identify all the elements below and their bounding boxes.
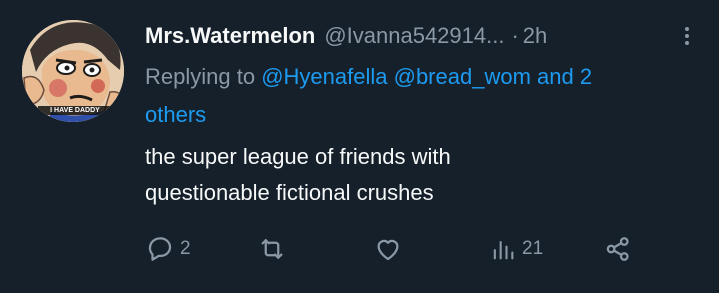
retweet-button[interactable] [257, 232, 292, 266]
mention-link[interactable]: @Hyenafella [261, 64, 387, 89]
others-link-continued[interactable]: others [145, 102, 206, 127]
tweet-timestamp[interactable]: 2h [523, 23, 547, 49]
tweet-header: Mrs.Watermelon @Ivanna542914... · 2h [145, 20, 699, 52]
like-button[interactable] [373, 232, 408, 266]
share-button[interactable] [603, 232, 633, 266]
more-vertical-icon[interactable] [675, 24, 699, 48]
avatar[interactable]: I HAVE DADDY [22, 20, 124, 122]
tweet-text-line: the super league of friends with [145, 144, 451, 169]
replying-to: Replying to @Hyenafella @bread_wom and 2… [145, 58, 665, 134]
author-display-name[interactable]: Mrs.Watermelon [145, 23, 315, 49]
replying-to-prefix: Replying to [145, 64, 262, 89]
author-handle[interactable]: @Ivanna542914... [324, 23, 504, 49]
avatar-caption: I HAVE DADDY [50, 107, 100, 114]
reply-button[interactable]: 2 [145, 232, 191, 266]
reply-count: 2 [180, 238, 191, 259]
heart-icon [373, 234, 403, 264]
mention-link[interactable]: @bread_wom [394, 64, 531, 89]
views-button[interactable]: 21 [489, 232, 543, 266]
others-link[interactable]: and 2 [531, 64, 592, 89]
tweet-text-line: questionable fictional crushes [145, 180, 434, 205]
tweet[interactable]: I HAVE DADDY Mrs.Watermelon @Ivanna54291… [0, 0, 719, 293]
action-bar: 2 21 [145, 232, 645, 266]
share-nodes-icon [603, 234, 633, 264]
views-count: 21 [522, 238, 544, 259]
reply-bubble-icon [145, 234, 175, 264]
tweet-text: the super league of friends with questio… [145, 139, 665, 211]
separator-dot: · [511, 23, 519, 48]
retweet-icon [257, 234, 287, 264]
analytics-bars-icon [489, 234, 517, 264]
